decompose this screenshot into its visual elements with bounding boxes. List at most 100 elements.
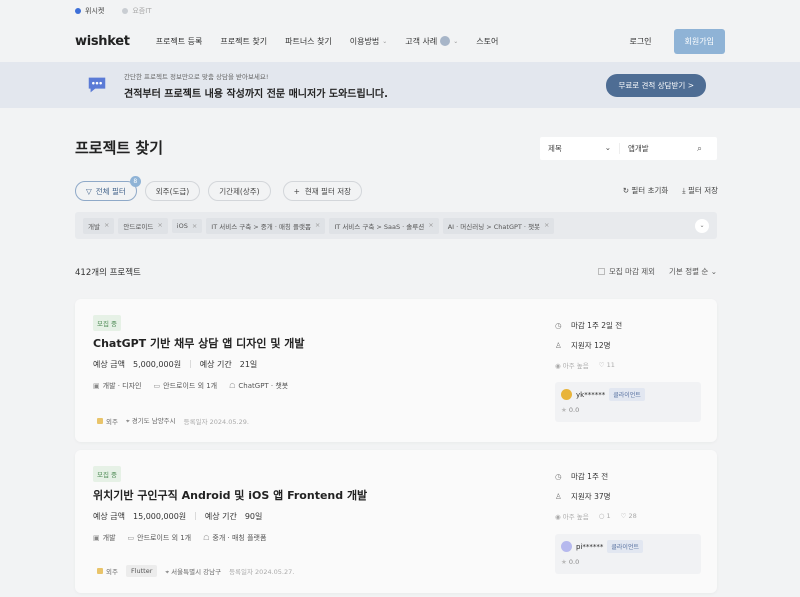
reset-filter-button[interactable]: ↻ 필터 초기화 [623, 185, 669, 196]
location-pin-icon: ⌖ [165, 567, 170, 576]
registered-date: 등록일자 2024.05.29. [183, 417, 249, 426]
nav-item-find-partners[interactable]: 파트너스 찾기 [285, 36, 332, 47]
star-icon: ★ [561, 406, 567, 414]
close-icon[interactable]: × [157, 221, 162, 231]
category-item: ▣ 개발 [93, 533, 116, 543]
applicants-text: 지원자 12명 [571, 340, 611, 350]
nav-item-register[interactable]: 프로젝트 등록 [156, 36, 203, 47]
filter-chip[interactable]: 안드로이드 × [118, 217, 168, 234]
chat-bubble-icon [88, 77, 106, 93]
save-label: 필터 저장 [688, 186, 718, 195]
applicants-row: ♙ 지원자 37명 [555, 486, 701, 506]
comment-icon: ○ [598, 512, 605, 520]
category-label: 개발 [102, 534, 116, 542]
interest-item: ◉ 아주 높음 [555, 511, 589, 521]
selected-filter-chips: 개발 × 안드로이드 × iOS × IT 서비스 구축 > 중개 · 매칭 플랫폼 ×… [75, 212, 717, 239]
monitor-icon: ▭ [127, 534, 135, 542]
login-link[interactable]: 로그인 [629, 36, 651, 47]
deadline-row: ◷ 마감 1주 2일 전 [555, 315, 701, 335]
nav-label: 파트너스 찾기 [285, 36, 332, 46]
location-item: ⌖ 경기도 남양주시 [126, 415, 176, 426]
eye-icon: ◉ [555, 362, 561, 370]
nav-label: 이용방법 [349, 36, 380, 46]
site-switcher: 위시켓 요즘IT [0, 0, 800, 22]
status-badge: 모집 중 [93, 466, 122, 482]
client-box: pi****** 클라이언트 ★ 0.0 [555, 534, 701, 574]
signup-button[interactable]: 회원가입 [673, 28, 725, 54]
chevron-down-icon[interactable]: ⌄ [695, 218, 709, 233]
save-current-label: 현재 필터 저장 [304, 186, 352, 196]
save-current-filter-button[interactable]: + 현재 필터 저장 [282, 181, 363, 201]
platform-item: ▭ 안드로이드 외 1개 [154, 381, 218, 391]
category-item: ▣ 개발 · 디자인 [93, 381, 142, 391]
client-name: pi****** [576, 542, 604, 551]
client-rating: ★ 0.0 [561, 558, 695, 566]
nav-item-cases[interactable]: 고객 사례 ⌄ [405, 36, 458, 47]
project-meta: 예상 금액 5,000,000원 | 예상 기간 21일 [93, 359, 257, 370]
category-icon: ▣ [93, 534, 100, 542]
client-row: pi****** 클라이언트 [561, 540, 695, 553]
deadline-text: 마감 1주 전 [571, 471, 609, 481]
field-item: ☖ 중개 · 매칭 플랫폼 [203, 533, 266, 543]
site-yozmit-link[interactable]: 요즘IT [122, 6, 152, 16]
sort-select[interactable]: 기본 정렬 순 ⌄ [669, 266, 717, 277]
header-actions: 로그인 회원가입 [629, 28, 725, 54]
close-icon[interactable]: × [544, 221, 549, 231]
close-icon[interactable]: × [428, 221, 433, 231]
project-title[interactable]: 위치기반 구인구직 Android 및 iOS 앱 Frontend 개발 [93, 487, 367, 503]
filter-chip[interactable]: iOS × [171, 218, 203, 233]
filter-actions: ↻ 필터 초기화 ⤓ 필터 저장 [623, 185, 718, 196]
type-label: 외주 [106, 417, 118, 426]
sort-label: 기본 정렬 순 [669, 267, 709, 276]
outsource-filter-button[interactable]: 외주(도급) [144, 181, 201, 201]
client-name: yk****** [576, 390, 606, 399]
filter-chip[interactable]: AI · 머신러닝 > ChatGPT · 챗봇 × [442, 217, 555, 234]
interest-item: ◉ 아주 높음 [555, 360, 589, 370]
project-card[interactable]: 모집 중 위치기반 구인구직 Android 및 iOS 앱 Frontend … [75, 450, 717, 593]
search-input[interactable]: 앱개발 [620, 143, 697, 154]
client-tag: 클라이언트 [607, 540, 643, 553]
deadline-row: ◷ 마감 1주 전 [555, 466, 701, 486]
project-footer: 외주 ⌖ 경기도 남양주시 등록일자 2024.05.29. [97, 415, 249, 426]
nav-item-find-project[interactable]: 프로젝트 찾기 [220, 36, 267, 47]
bot-icon: ☖ [229, 382, 236, 390]
free-consult-button[interactable]: 무료로 견적 상담받기 > [606, 73, 706, 97]
location-pin-icon: ⌖ [125, 417, 130, 425]
close-icon[interactable]: × [192, 222, 197, 230]
type-item: 외주 [97, 566, 118, 576]
type-label: 외주 [106, 568, 118, 576]
all-filter-button[interactable]: ▽ 전체 필터 8 [75, 176, 141, 201]
exclude-closed-checkbox[interactable]: 모집 마감 제외 [597, 266, 655, 277]
close-icon[interactable]: × [104, 221, 109, 231]
likes-item: ♡ 11 [599, 361, 615, 369]
nav-item-store[interactable]: 스토어 [476, 36, 498, 47]
logo[interactable]: wishket [75, 34, 130, 49]
search-field-select[interactable]: 제목 ⌄ [540, 143, 620, 154]
filter-count-badge: 8 [129, 176, 141, 187]
interest-text: 아주 높음 [562, 362, 589, 370]
filter-chip[interactable]: 개발 × [83, 217, 115, 234]
category-label: 개발 · 디자인 [102, 382, 142, 390]
eye-icon: ◉ [555, 513, 561, 521]
clock-icon: ◷ [555, 471, 562, 481]
stats-row: ◉ 아주 높음 ♡ 11 [555, 355, 701, 375]
close-icon[interactable]: × [315, 221, 320, 231]
field-label: ChatGPT · 챗봇 [238, 382, 289, 390]
project-title[interactable]: ChatGPT 기반 채무 상담 앱 디자인 및 개발 [93, 335, 305, 351]
filter-chip[interactable]: IT 서비스 구축 > 중개 · 매칭 플랫폼 × [206, 217, 326, 234]
nav-label: 스토어 [476, 36, 499, 46]
amount-value: 5,000,000원 [132, 360, 182, 369]
stats-row: ◉ 아주 높음 ○ 1 ♡ 28 [555, 506, 701, 526]
search-icon[interactable]: ⌕ [697, 144, 717, 154]
client-box: yk****** 클라이언트 ★ 0.0 [555, 382, 701, 422]
location-item: ⌖ 서울특별시 강남구 [165, 566, 221, 577]
site-wishket-link[interactable]: 위시켓 [75, 6, 104, 16]
platform-label: 안드로이드 외 1개 [137, 534, 192, 542]
project-card[interactable]: 모집 중 ChatGPT 기반 채무 상담 앱 디자인 및 개발 예상 금액 5… [75, 299, 717, 442]
term-filter-button[interactable]: 기간제(상주) [208, 181, 271, 201]
registered-date: 등록일자 2024.05.27. [229, 568, 295, 576]
filter-chip[interactable]: IT 서비스 구축 > SaaS · 솔루션 × [329, 217, 439, 234]
save-filter-button[interactable]: ⤓ 필터 저장 [682, 185, 718, 196]
nav-item-howto[interactable]: 이용방법 ⌄ [350, 36, 387, 47]
chevron-down-icon: ⌄ [453, 37, 459, 45]
